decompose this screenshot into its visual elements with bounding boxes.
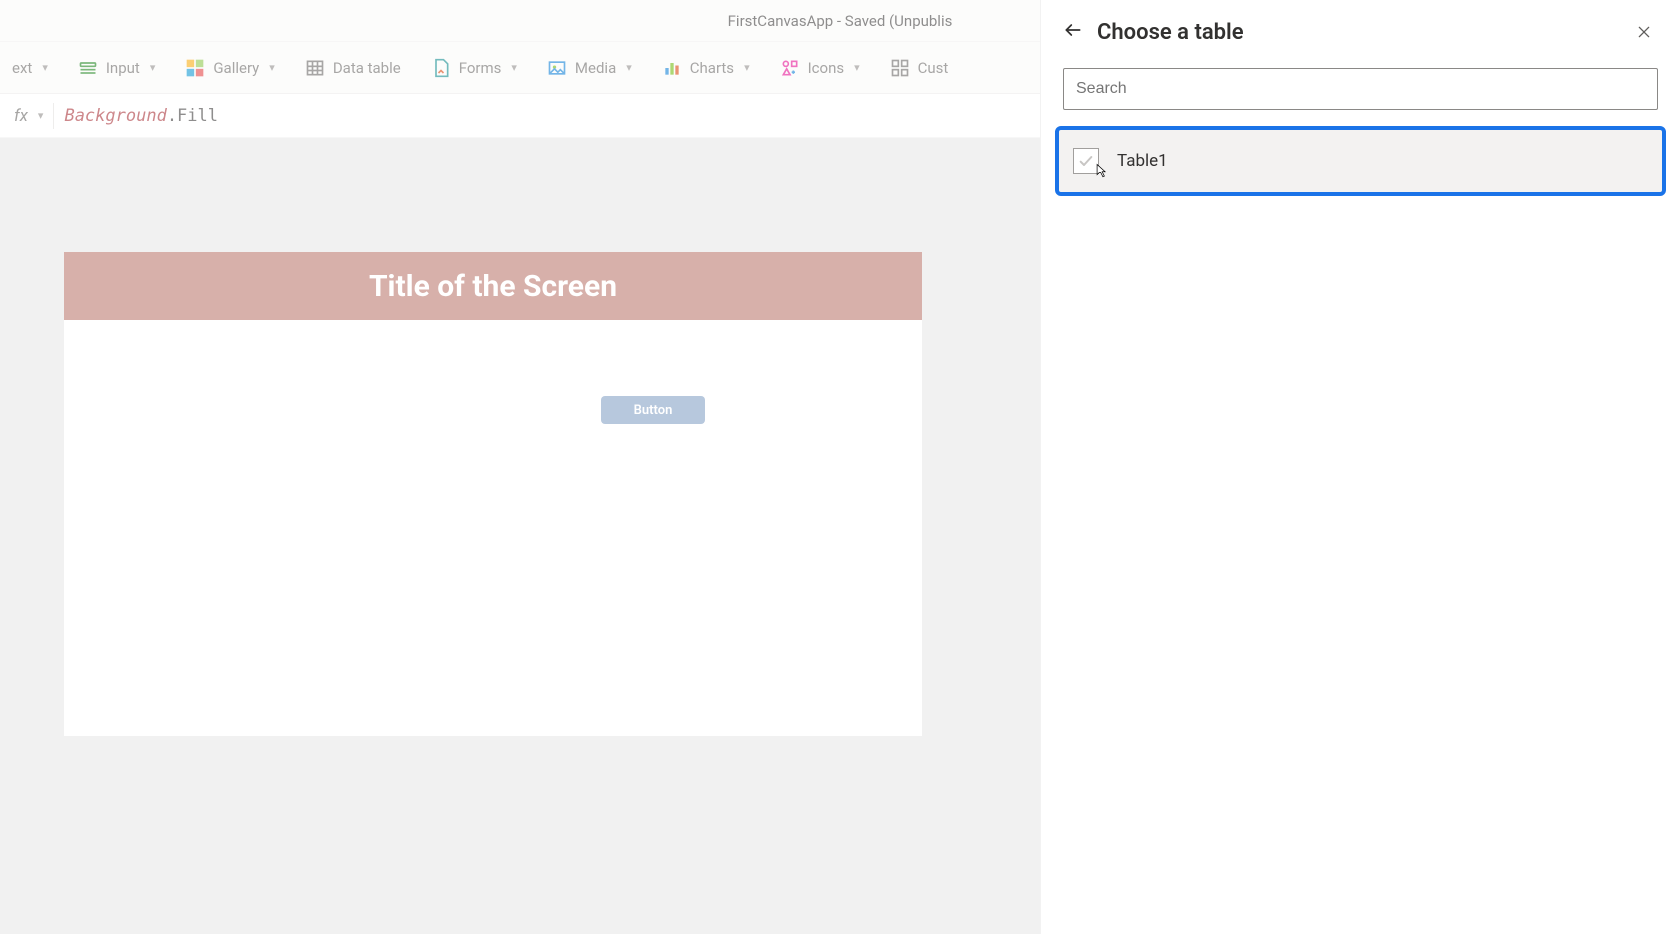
- custom-icon: [890, 58, 910, 78]
- panel-title: Choose a table: [1097, 20, 1616, 45]
- close-icon: [1636, 24, 1652, 40]
- media-icon: [547, 58, 567, 78]
- ribbon-data-table[interactable]: Data table: [305, 58, 401, 78]
- ribbon-charts[interactable]: Charts ▾: [662, 58, 750, 78]
- table-item-table1[interactable]: Table1: [1055, 126, 1666, 196]
- chevron-down-icon: ▾: [42, 61, 48, 74]
- chevron-down-icon: ▾: [269, 61, 275, 74]
- formula-error-token: Background: [64, 106, 166, 126]
- choose-table-panel: Choose a table Table1: [1040, 0, 1680, 934]
- close-button[interactable]: [1630, 18, 1658, 46]
- data-table-icon: [305, 58, 325, 78]
- ribbon-forms[interactable]: Forms ▾: [431, 58, 517, 78]
- ribbon-icons[interactable]: Icons ▾: [780, 58, 860, 78]
- back-button[interactable]: [1063, 20, 1083, 44]
- forms-icon: [431, 58, 451, 78]
- icons-icon: [780, 58, 800, 78]
- ribbon-label: Input: [106, 59, 140, 77]
- formula-rest-token: .Fill: [167, 106, 218, 126]
- search-input[interactable]: [1076, 80, 1645, 98]
- table-name: Table1: [1117, 151, 1168, 171]
- panel-header: Choose a table: [1063, 18, 1658, 46]
- panel-search[interactable]: [1063, 68, 1658, 110]
- charts-icon: [662, 58, 682, 78]
- chevron-down-icon: ▾: [511, 61, 517, 74]
- ribbon-label: Gallery: [213, 59, 259, 77]
- input-icon: [78, 58, 98, 78]
- ribbon-label: Forms: [459, 59, 502, 77]
- formula-text[interactable]: Background.Fill: [64, 106, 218, 126]
- ribbon-custom[interactable]: Cust: [890, 58, 949, 78]
- chevron-down-icon[interactable]: ▾: [38, 109, 44, 122]
- screen-title-label[interactable]: Title of the Screen: [64, 252, 922, 320]
- chevron-down-icon: ▾: [854, 61, 860, 74]
- ribbon-gallery[interactable]: Gallery ▾: [185, 58, 274, 78]
- chevron-down-icon: ▾: [626, 61, 632, 74]
- arrow-left-icon: [1063, 20, 1083, 40]
- table-checkbox[interactable]: [1073, 148, 1099, 174]
- ribbon-media[interactable]: Media ▾: [547, 58, 632, 78]
- ribbon-label: Icons: [808, 59, 845, 77]
- ribbon-label: ext: [12, 59, 32, 77]
- screen-title-text: Title of the Screen: [369, 269, 617, 304]
- ribbon-label: Media: [575, 59, 616, 77]
- ribbon-label: Cust: [918, 59, 949, 77]
- chevron-down-icon: ▾: [744, 61, 750, 74]
- chevron-down-icon: ▾: [150, 61, 156, 74]
- screen-canvas[interactable]: Title of the Screen Button: [64, 252, 922, 736]
- gallery-icon: [185, 58, 205, 78]
- app-title-text: FirstCanvasApp - Saved (Unpublis: [728, 12, 953, 30]
- canvas-button-label: Button: [634, 403, 673, 418]
- ribbon-label: Data table: [333, 59, 401, 77]
- fx-label: fx: [14, 106, 28, 126]
- canvas-button[interactable]: Button: [601, 396, 705, 424]
- cursor-pointer-icon: [1092, 163, 1108, 184]
- table-list: Table1: [1055, 126, 1666, 196]
- divider: [53, 103, 54, 129]
- ribbon-text[interactable]: ext ▾: [12, 59, 48, 77]
- ribbon-label: Charts: [690, 59, 734, 77]
- ribbon-input[interactable]: Input ▾: [78, 58, 156, 78]
